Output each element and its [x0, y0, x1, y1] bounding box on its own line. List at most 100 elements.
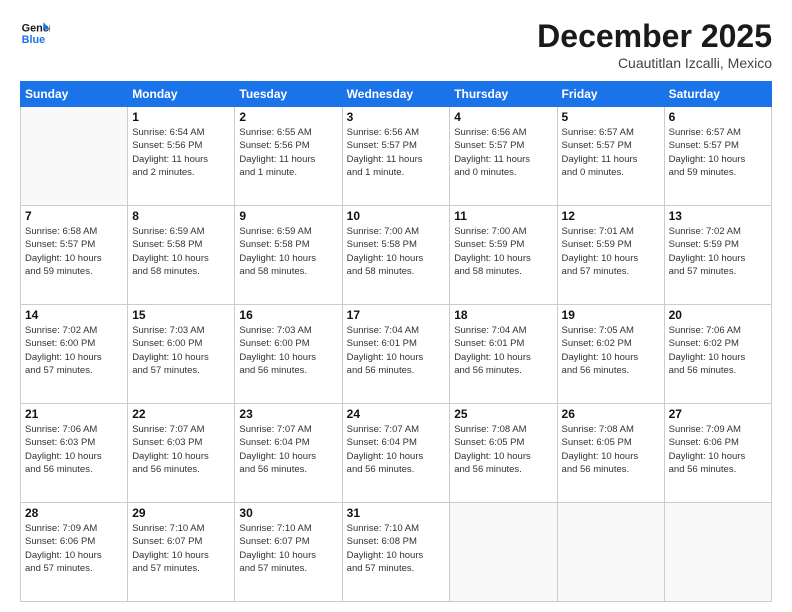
day-info: Sunrise: 7:10 AM Sunset: 6:07 PM Dayligh… — [132, 522, 230, 575]
calendar-cell: 17Sunrise: 7:04 AM Sunset: 6:01 PM Dayli… — [342, 305, 450, 404]
day-info: Sunrise: 7:07 AM Sunset: 6:04 PM Dayligh… — [347, 423, 446, 476]
calendar-cell: 7 Sunrise: 6:58 AM Sunset: 5:57 PM Daylig… — [21, 206, 128, 305]
day-info: Sunrise: 7:10 AM Sunset: 6:08 PM Dayligh… — [347, 522, 446, 575]
logo-icon: General Blue — [20, 18, 50, 48]
calendar-cell: 1 Sunrise: 6:54 AM Sunset: 5:56 PM Daylig… — [128, 107, 235, 206]
calendar-cell — [21, 107, 128, 206]
day-info: Sunrise: 7:06 AM Sunset: 6:03 PM Dayligh… — [25, 423, 123, 476]
logo: General Blue — [20, 18, 50, 48]
day-info: Sunrise: 7:02 AM Sunset: 6:00 PM Dayligh… — [25, 324, 123, 377]
day-info: Sunrise: 6:59 AM Sunset: 5:58 PM Dayligh… — [132, 225, 230, 278]
calendar-cell: 20 Sunrise: 7:06 AM Sunset: 6:02 PM Dayli… — [664, 305, 771, 404]
day-info: Sunrise: 6:56 AM Sunset: 5:57 PM Dayligh… — [454, 126, 552, 179]
day-info: Sunrise: 7:00 AM Sunset: 5:59 PM Dayligh… — [454, 225, 552, 278]
calendar-cell: 30 Sunrise: 7:10 AM Sunset: 6:07 PM Dayli… — [235, 503, 342, 602]
day-info: Sunrise: 6:59 AM Sunset: 5:58 PM Dayligh… — [239, 225, 337, 278]
calendar-cell — [557, 503, 664, 602]
calendar-header-row: SundayMondayTuesdayWednesdayThursdayFrid… — [21, 82, 772, 107]
calendar-cell: 13Sunrise: 7:02 AM Sunset: 5:59 PM Dayli… — [664, 206, 771, 305]
calendar-cell: 24 Sunrise: 7:07 AM Sunset: 6:04 PM Dayli… — [342, 404, 450, 503]
calendar-cell: 18 Sunrise: 7:04 AM Sunset: 6:01 PM Dayli… — [450, 305, 557, 404]
day-number: 30 — [239, 506, 337, 520]
calendar-cell: 2Sunrise: 6:55 AM Sunset: 5:56 PM Daylig… — [235, 107, 342, 206]
title-block: December 2025 Cuautitlan Izcalli, Mexico — [537, 18, 772, 71]
day-number: 24 — [347, 407, 446, 421]
day-number: 12 — [562, 209, 660, 223]
day-number: 31 — [347, 506, 446, 520]
day-number: 23 — [239, 407, 337, 421]
calendar-cell: 4Sunrise: 6:56 AM Sunset: 5:57 PM Daylig… — [450, 107, 557, 206]
day-info: Sunrise: 7:03 AM Sunset: 6:00 PM Dayligh… — [132, 324, 230, 377]
day-info: Sunrise: 6:55 AM Sunset: 5:56 PM Dayligh… — [239, 126, 337, 179]
calendar-cell: 3 Sunrise: 6:56 AM Sunset: 5:57 PM Daylig… — [342, 107, 450, 206]
calendar-cell: 10 Sunrise: 7:00 AM Sunset: 5:58 PM Dayli… — [342, 206, 450, 305]
calendar-cell — [664, 503, 771, 602]
calendar-cell: 16 Sunrise: 7:03 AM Sunset: 6:00 PM Dayli… — [235, 305, 342, 404]
day-info: Sunrise: 7:07 AM Sunset: 6:04 PM Dayligh… — [239, 423, 337, 476]
day-info: Sunrise: 7:03 AM Sunset: 6:00 PM Dayligh… — [239, 324, 337, 377]
day-info: Sunrise: 6:54 AM Sunset: 5:56 PM Dayligh… — [132, 126, 230, 179]
calendar-header-saturday: Saturday — [664, 82, 771, 107]
day-info: Sunrise: 7:10 AM Sunset: 6:07 PM Dayligh… — [239, 522, 337, 575]
day-number: 26 — [562, 407, 660, 421]
calendar-cell: 22 Sunrise: 7:07 AM Sunset: 6:03 PM Dayli… — [128, 404, 235, 503]
calendar-week-1: 1 Sunrise: 6:54 AM Sunset: 5:56 PM Daylig… — [21, 107, 772, 206]
header: General Blue December 2025 Cuautitlan Iz… — [20, 18, 772, 71]
calendar-cell — [450, 503, 557, 602]
day-info: Sunrise: 6:56 AM Sunset: 5:57 PM Dayligh… — [347, 126, 446, 179]
day-info: Sunrise: 6:57 AM Sunset: 5:57 PM Dayligh… — [562, 126, 660, 179]
calendar-header-friday: Friday — [557, 82, 664, 107]
day-number: 16 — [239, 308, 337, 322]
day-number: 11 — [454, 209, 552, 223]
calendar-cell: 26Sunrise: 7:08 AM Sunset: 6:05 PM Dayli… — [557, 404, 664, 503]
calendar-week-5: 28 Sunrise: 7:09 AM Sunset: 6:06 PM Dayli… — [21, 503, 772, 602]
day-info: Sunrise: 6:57 AM Sunset: 5:57 PM Dayligh… — [669, 126, 767, 179]
calendar-cell: 6Sunrise: 6:57 AM Sunset: 5:57 PM Daylig… — [664, 107, 771, 206]
day-number: 22 — [132, 407, 230, 421]
calendar-cell: 15 Sunrise: 7:03 AM Sunset: 6:00 PM Dayli… — [128, 305, 235, 404]
day-number: 10 — [347, 209, 446, 223]
calendar-cell: 25Sunrise: 7:08 AM Sunset: 6:05 PM Dayli… — [450, 404, 557, 503]
day-info: Sunrise: 7:00 AM Sunset: 5:58 PM Dayligh… — [347, 225, 446, 278]
day-info: Sunrise: 6:58 AM Sunset: 5:57 PM Dayligh… — [25, 225, 123, 278]
month-title: December 2025 — [537, 18, 772, 55]
calendar-cell: 27Sunrise: 7:09 AM Sunset: 6:06 PM Dayli… — [664, 404, 771, 503]
day-number: 8 — [132, 209, 230, 223]
day-number: 14 — [25, 308, 123, 322]
day-number: 17 — [347, 308, 446, 322]
calendar-cell: 28 Sunrise: 7:09 AM Sunset: 6:06 PM Dayli… — [21, 503, 128, 602]
calendar-week-4: 21 Sunrise: 7:06 AM Sunset: 6:03 PM Dayli… — [21, 404, 772, 503]
day-info: Sunrise: 7:08 AM Sunset: 6:05 PM Dayligh… — [454, 423, 552, 476]
day-info: Sunrise: 7:09 AM Sunset: 6:06 PM Dayligh… — [25, 522, 123, 575]
subtitle: Cuautitlan Izcalli, Mexico — [537, 55, 772, 71]
day-number: 3 — [347, 110, 446, 124]
calendar-week-2: 7 Sunrise: 6:58 AM Sunset: 5:57 PM Daylig… — [21, 206, 772, 305]
day-info: Sunrise: 7:02 AM Sunset: 5:59 PM Dayligh… — [669, 225, 767, 278]
day-number: 9 — [239, 209, 337, 223]
day-number: 28 — [25, 506, 123, 520]
day-number: 1 — [132, 110, 230, 124]
day-number: 15 — [132, 308, 230, 322]
day-info: Sunrise: 7:05 AM Sunset: 6:02 PM Dayligh… — [562, 324, 660, 377]
day-info: Sunrise: 7:07 AM Sunset: 6:03 PM Dayligh… — [132, 423, 230, 476]
calendar-cell: 5 Sunrise: 6:57 AM Sunset: 5:57 PM Daylig… — [557, 107, 664, 206]
day-info: Sunrise: 7:06 AM Sunset: 6:02 PM Dayligh… — [669, 324, 767, 377]
calendar-header-sunday: Sunday — [21, 82, 128, 107]
day-number: 27 — [669, 407, 767, 421]
calendar-cell: 9 Sunrise: 6:59 AM Sunset: 5:58 PM Daylig… — [235, 206, 342, 305]
calendar-cell: 12Sunrise: 7:01 AM Sunset: 5:59 PM Dayli… — [557, 206, 664, 305]
day-number: 18 — [454, 308, 552, 322]
day-number: 7 — [25, 209, 123, 223]
day-number: 5 — [562, 110, 660, 124]
calendar-cell: 11 Sunrise: 7:00 AM Sunset: 5:59 PM Dayli… — [450, 206, 557, 305]
day-number: 21 — [25, 407, 123, 421]
calendar-week-3: 14 Sunrise: 7:02 AM Sunset: 6:00 PM Dayli… — [21, 305, 772, 404]
day-info: Sunrise: 7:04 AM Sunset: 6:01 PM Dayligh… — [454, 324, 552, 377]
calendar-table: SundayMondayTuesdayWednesdayThursdayFrid… — [20, 81, 772, 602]
calendar-cell: 29Sunrise: 7:10 AM Sunset: 6:07 PM Dayli… — [128, 503, 235, 602]
calendar-cell: 8 Sunrise: 6:59 AM Sunset: 5:58 PM Daylig… — [128, 206, 235, 305]
calendar-cell: 14 Sunrise: 7:02 AM Sunset: 6:00 PM Dayli… — [21, 305, 128, 404]
calendar-cell: 21 Sunrise: 7:06 AM Sunset: 6:03 PM Dayli… — [21, 404, 128, 503]
day-number: 20 — [669, 308, 767, 322]
calendar-header-tuesday: Tuesday — [235, 82, 342, 107]
